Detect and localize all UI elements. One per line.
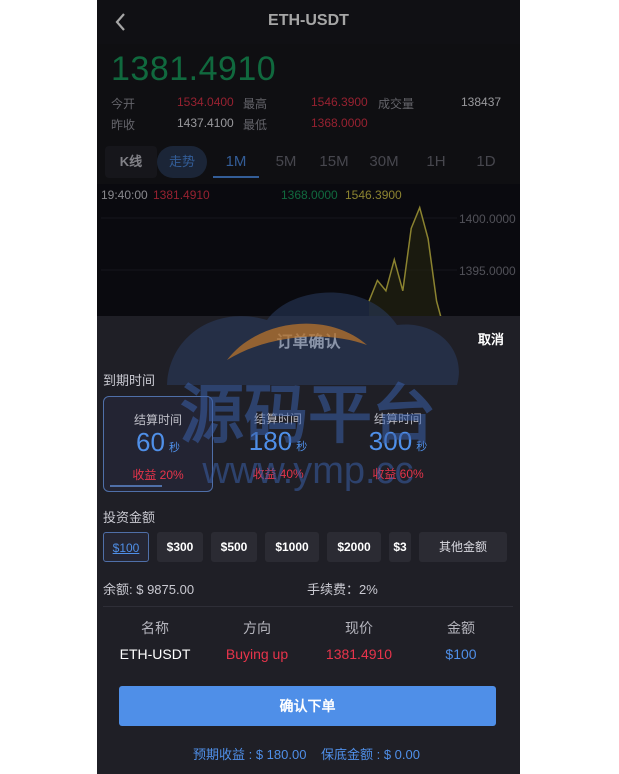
modal-title: 订单确认 <box>276 334 341 351</box>
expiry-unit: 秒 <box>416 441 428 453</box>
expiry-seconds: 180 <box>248 426 293 456</box>
cancel-button[interactable]: 取消 <box>478 329 504 348</box>
phone-screen: ETH-USDT 1381.4910 今开 1534.0400 最高 1546.… <box>97 0 520 774</box>
guaranteed-amount: 保底金额 : $ 0.00 <box>321 747 420 762</box>
amount-label: 投资金额 <box>103 510 156 525</box>
expiry-unit: 秒 <box>168 442 180 454</box>
column-name: 名称 <box>141 620 169 636</box>
amount-100-button[interactable]: $100 <box>103 532 149 562</box>
expiry-yield: 收益 60% <box>372 467 424 481</box>
order-confirm-modal: 订单确认 取消 到期时间 结算时间 60 秒 收益 20% 结算时间 180 秒 收… <box>97 316 520 774</box>
expiry-option-time: 180 秒 <box>223 426 333 457</box>
divider <box>103 606 513 607</box>
amount-2000-button[interactable]: $2000 <box>327 532 381 562</box>
modal-backdrop[interactable] <box>97 0 520 316</box>
expiry-option-label: 结算时间 <box>373 412 422 426</box>
order-direction: Buying up <box>225 646 289 662</box>
expiry-option-time: 300 秒 <box>343 426 453 457</box>
expiry-option-time: 60 秒 <box>104 427 212 458</box>
expiry-yield: 收益 40% <box>252 467 304 481</box>
selected-indicator <box>110 485 162 487</box>
expiry-yield: 收益 20% <box>132 468 184 482</box>
order-name: ETH-USDT <box>119 646 191 662</box>
order-price: 1381.4910 <box>325 646 393 662</box>
column-direction: 方向 <box>243 620 271 636</box>
balance-text: 余额: $ 9875.00 <box>103 582 195 597</box>
expiry-option-60[interactable]: 结算时间 60 秒 收益 20% <box>103 396 213 492</box>
expiry-unit: 秒 <box>296 441 308 453</box>
column-amount: 金额 <box>447 620 475 636</box>
amount-500-button[interactable]: $500 <box>211 532 257 562</box>
amount-300-button[interactable]: $300 <box>157 532 203 562</box>
expiry-label: 到期时间 <box>103 373 156 388</box>
expiry-seconds: 300 <box>368 426 413 456</box>
expiry-option-label: 结算时间 <box>133 413 182 427</box>
order-amount: $100 <box>445 646 477 662</box>
expiry-option-300[interactable]: 结算时间 300 秒 收益 60% <box>343 396 453 492</box>
other-amount-button[interactable]: 其他金额 <box>419 532 507 562</box>
fee-text: 手续费：2% <box>307 582 378 597</box>
confirm-order-button[interactable]: 确认下单 <box>119 686 496 726</box>
column-price: 现价 <box>345 620 373 636</box>
expiry-option-180[interactable]: 结算时间 180 秒 收益 40% <box>223 396 333 492</box>
amount-1000-button[interactable]: $1000 <box>265 532 319 562</box>
expiry-option-label: 结算时间 <box>253 412 302 426</box>
expiry-seconds: 60 <box>136 427 165 457</box>
expected-profit: 预期收益 : $ 180.00 <box>193 747 307 762</box>
amount-3000-button[interactable]: $3 <box>389 532 411 562</box>
